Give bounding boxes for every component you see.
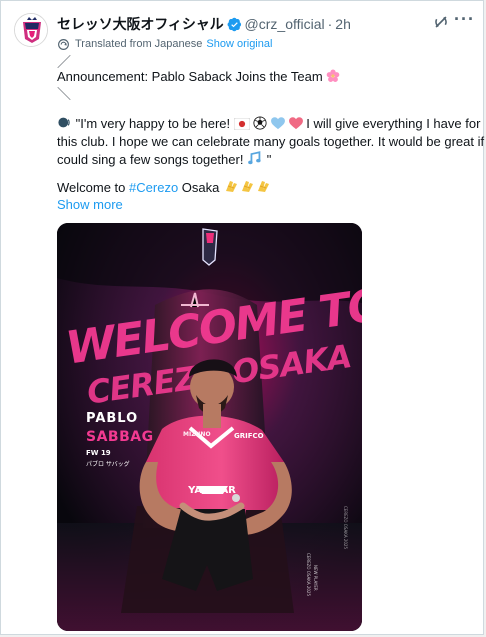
- translation-notice: Translated from Japanese Show original: [57, 36, 272, 52]
- poster-vertical-credit-1: CEREZO OSAKA 2025: [306, 553, 311, 596]
- music-notes-emoji: [247, 151, 263, 172]
- show-original-link[interactable]: Show original: [206, 38, 272, 50]
- translated-label: Translated from Japanese: [75, 38, 203, 50]
- player-watch: [232, 494, 240, 502]
- quote-text-part-3: could sing a few songs together!: [57, 152, 244, 167]
- poster-vertical-credit-2: NEW PLAYER: [313, 565, 318, 591]
- post-time[interactable]: 2h: [335, 16, 351, 32]
- verified-badge-icon: [227, 17, 241, 31]
- player-position: FW 19: [86, 449, 111, 457]
- poster-media[interactable]: WELCOME TO CEREZO OSAKA YANMAR GRIFCO MI…: [57, 223, 362, 631]
- clapping-hands-emoji: [223, 179, 271, 200]
- slash-bottom: ＼: [57, 86, 71, 102]
- welcome-prefix: Welcome to: [57, 180, 126, 195]
- player-last-name: SABBAG: [86, 429, 154, 445]
- translate-icon: [58, 38, 69, 50]
- more-options-icon[interactable]: ···: [454, 10, 474, 31]
- poster-side-credit: CEREZO OSAKA 2025: [343, 506, 348, 549]
- quote-close: ": [266, 152, 272, 167]
- welcome-suffix: Osaka: [181, 180, 220, 195]
- cherry-blossom-emoji: [326, 69, 340, 89]
- announcement-line: Announcement: Pablo Saback Joins the Tea…: [57, 67, 340, 89]
- display-name[interactable]: セレッソ大阪オフィシャル: [57, 14, 224, 34]
- tweet-header: セレッソ大阪オフィシャル @crz_official · 2h: [57, 14, 417, 34]
- player-first-name: PABLO: [86, 411, 138, 426]
- jersey-brand: GRIFCO: [234, 432, 264, 440]
- show-more-link[interactable]: Show more: [57, 196, 123, 214]
- player-welcome-poster: WELCOME TO CEREZO OSAKA YANMAR GRIFCO MI…: [57, 223, 362, 631]
- announcement-text: Announcement: Pablo Saback Joins the Tea…: [57, 69, 323, 84]
- chest-brand: MIZUNO: [183, 431, 211, 438]
- header-separator: ·: [327, 16, 333, 32]
- quote-text-part-2: I will give everything I have for: [306, 116, 481, 131]
- jersey-sponsor: YANMAR: [187, 485, 236, 496]
- tweet-card[interactable]: セレッソ大阪オフィシャル @crz_official · 2h ··· Tran…: [0, 0, 486, 635]
- quote-line-3: could sing a few songs together! ": [57, 150, 271, 172]
- grok-icon[interactable]: [432, 13, 450, 31]
- account-avatar[interactable]: [14, 13, 48, 47]
- hashtag-cerezo-link[interactable]: #Cerezo: [129, 180, 178, 195]
- player-japanese-name: パブロ サバッグ: [86, 460, 130, 468]
- quote-text-part-1: "I'm very happy to be here!: [75, 116, 231, 131]
- quote-line-2: this club. I hope we can celebrate many …: [57, 134, 486, 149]
- cerezo-osaka-crest-icon: [15, 14, 47, 46]
- account-handle[interactable]: @crz_official: [245, 16, 325, 32]
- poster-crest-top: [206, 233, 214, 243]
- player-neck: [203, 404, 221, 428]
